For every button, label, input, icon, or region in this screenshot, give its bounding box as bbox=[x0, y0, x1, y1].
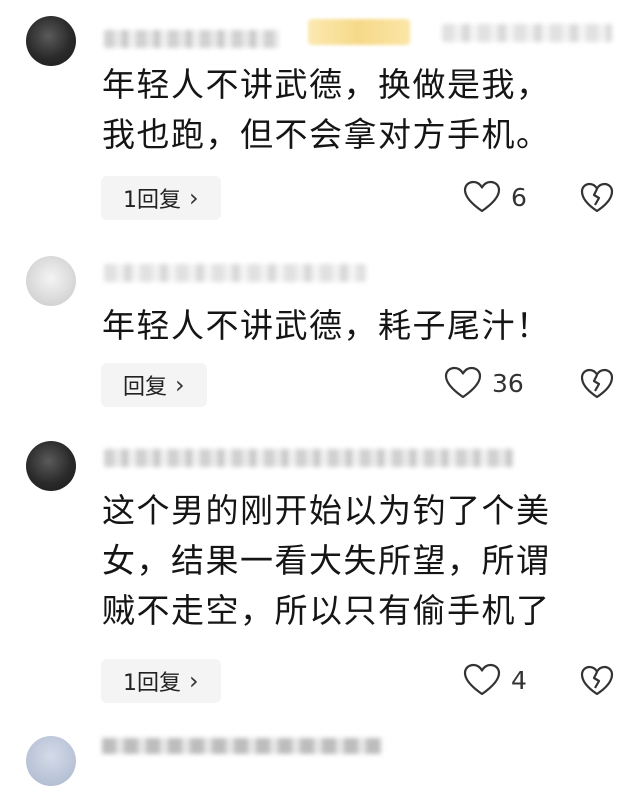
comment-line: 这个男的刚开始以为钓了个美 bbox=[102, 491, 551, 530]
avatar[interactable] bbox=[26, 256, 76, 306]
broken-heart-icon[interactable] bbox=[580, 665, 614, 697]
like-count: 36 bbox=[492, 368, 524, 398]
comment-line: 年轻人不讲武德，换做是我， bbox=[102, 65, 551, 104]
reply-button[interactable]: 1回复 › bbox=[101, 176, 221, 220]
reply-button[interactable]: 回复 › bbox=[101, 363, 207, 407]
username-blurred[interactable] bbox=[104, 449, 514, 467]
comment-line: 女，结果一看大失所望，所谓 bbox=[102, 541, 551, 580]
chevron-right-icon: › bbox=[189, 667, 199, 695]
comment-line: 我也跑，但不会拿对方手机。 bbox=[102, 115, 551, 154]
like-button[interactable]: 4 bbox=[463, 663, 527, 697]
user-badge-blurred bbox=[308, 19, 410, 45]
reply-button[interactable]: 1回复 › bbox=[101, 659, 221, 703]
heart-outline-icon bbox=[463, 180, 501, 213]
comment-text: 年轻人不讲武德，耗子尾汁！ bbox=[102, 301, 622, 351]
like-count: 4 bbox=[511, 665, 527, 695]
chevron-right-icon: › bbox=[175, 371, 185, 399]
like-button[interactable]: 36 bbox=[444, 366, 524, 400]
like-count: 6 bbox=[511, 182, 527, 212]
broken-heart-icon[interactable] bbox=[580, 368, 614, 400]
avatar[interactable] bbox=[26, 16, 76, 66]
reply-label: 回复 bbox=[123, 375, 168, 400]
comment-item: 这个男的刚开始以为钓了个美 女，结果一看大失所望，所谓 贼不走空，所以只有偷手机… bbox=[0, 425, 640, 725]
comment-text: 年轻人不讲武德，换做是我， 我也跑，但不会拿对方手机。 bbox=[102, 60, 622, 160]
reply-label: 1回复 bbox=[123, 188, 181, 213]
heart-outline-icon bbox=[444, 366, 482, 399]
heart-outline-icon bbox=[463, 663, 501, 696]
chevron-right-icon: › bbox=[189, 184, 199, 212]
comment-text: 这个男的刚开始以为钓了个美 女，结果一看大失所望，所谓 贼不走空，所以只有偷手机… bbox=[102, 486, 622, 636]
username-blurred[interactable] bbox=[104, 30, 279, 48]
comment-item: 年轻人不讲武德，耗子尾汁！ 回复 › 36 bbox=[0, 240, 640, 425]
broken-heart-icon[interactable] bbox=[580, 182, 614, 214]
comment-item: 年轻人不讲武德，换做是我， 我也跑，但不会拿对方手机。 1回复 › 6 bbox=[0, 0, 640, 240]
avatar[interactable] bbox=[26, 736, 76, 786]
avatar[interactable] bbox=[26, 441, 76, 491]
like-button[interactable]: 6 bbox=[463, 180, 527, 214]
comment-line: 贼不走空，所以只有偷手机了 bbox=[102, 591, 551, 630]
username-blurred[interactable] bbox=[104, 264, 366, 282]
reply-label: 1回复 bbox=[123, 671, 181, 696]
username-blurred[interactable] bbox=[102, 738, 382, 754]
timestamp-blurred bbox=[442, 24, 612, 42]
comment-line: 年轻人不讲武德，耗子尾汁！ bbox=[102, 306, 551, 345]
